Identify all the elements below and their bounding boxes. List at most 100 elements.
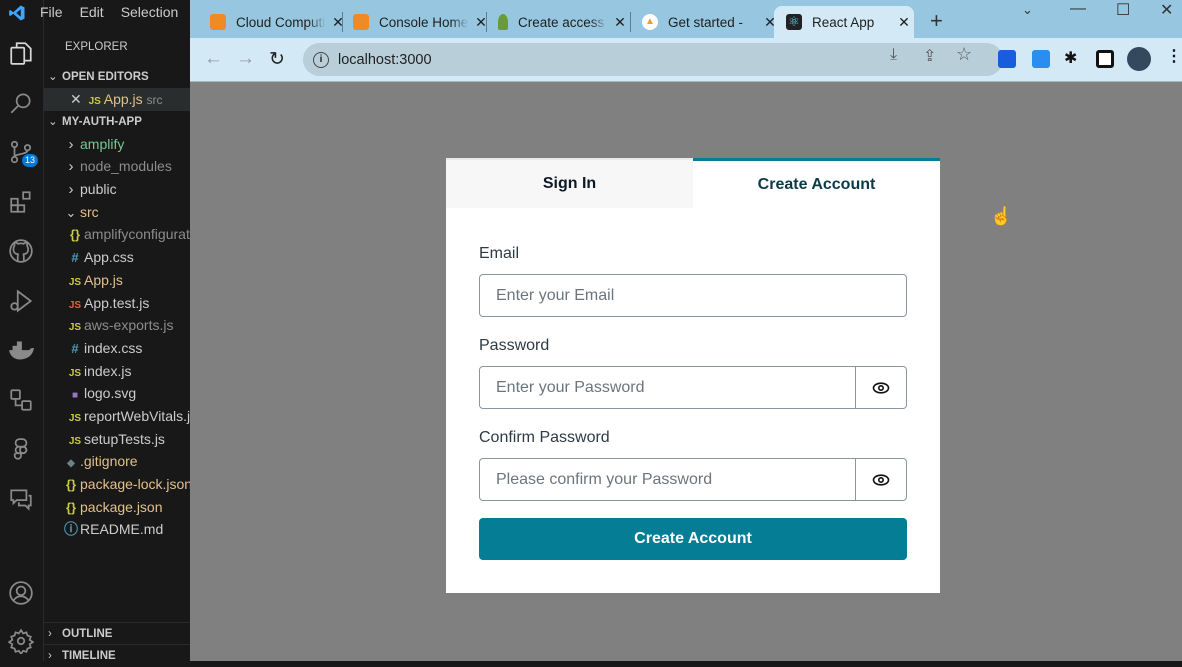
menu-kebab-icon[interactable]: ⋮ <box>1166 46 1182 66</box>
settings-gear-icon[interactable] <box>6 626 36 656</box>
address-bar[interactable]: i localhost:3000 <box>303 43 1003 76</box>
tree-file[interactable]: ◆ .gitignore <box>44 450 190 473</box>
chevron-right-icon: › <box>68 181 74 199</box>
file-tree: › amplify › node_modules › public ⌄ src{} amplif… <box>44 133 190 541</box>
tree-file[interactable]: {} package.json <box>44 496 190 519</box>
js-file-icon: JS <box>68 322 82 334</box>
install-app-icon[interactable]: ⤓ <box>890 46 897 64</box>
account-icon[interactable] <box>6 578 36 608</box>
tree-file[interactable]: JS index.js <box>44 360 190 383</box>
browser-tab[interactable]: Cloud Computing✕ <box>210 6 346 38</box>
extensions-icon[interactable] <box>6 187 36 217</box>
tree-item-label: public <box>80 181 117 198</box>
confirm-password-field[interactable] <box>479 458 857 501</box>
close-window-button[interactable]: ✕ <box>1160 0 1173 20</box>
browser-window: Cloud Computing✕ Console Home✕ Create ac… <box>190 0 1182 661</box>
outline-section[interactable]: › OUTLINE <box>44 622 190 644</box>
comments-icon[interactable] <box>6 484 36 514</box>
tree-file[interactable]: # index.css <box>44 337 190 360</box>
tree-file[interactable]: {} package-lock.json <box>44 473 190 496</box>
project-section[interactable]: ⌄ MY-AUTH-APP <box>44 111 190 133</box>
tree-file[interactable]: JS App.test.js <box>44 292 190 315</box>
css-file-icon: # <box>71 340 79 356</box>
menu-bar: File Edit Selection View <box>40 0 190 24</box>
confirm-password-label: Confirm Password <box>479 429 610 446</box>
browser-tab[interactable]: ▲ Get started - ✕ <box>642 6 778 38</box>
tree-folder[interactable]: ⌄ src <box>44 201 190 224</box>
key-icon <box>498 14 508 30</box>
js-file-icon: JS <box>88 96 101 107</box>
bitwarden-extension-icon[interactable] <box>998 50 1016 68</box>
tree-file[interactable]: ■ logo.svg <box>44 382 190 405</box>
create-account-button[interactable]: Create Account <box>479 518 907 560</box>
aws-cube-icon <box>353 14 369 30</box>
git-file-icon: ◆ <box>67 458 75 470</box>
run-debug-icon[interactable] <box>6 286 36 316</box>
show-password-button[interactable] <box>855 366 907 409</box>
tab-search-icon[interactable]: ⌄ <box>1022 2 1033 18</box>
side-panel-icon[interactable] <box>1096 50 1114 68</box>
timeline-section[interactable]: › TIMELINE <box>44 644 190 666</box>
figma-icon[interactable] <box>6 435 36 465</box>
docker-icon[interactable] <box>6 336 36 366</box>
tree-item-label: App.test.js <box>84 294 150 311</box>
open-editor-item[interactable]: ✕ JS App.js src <box>44 88 190 111</box>
extension-icon[interactable] <box>1032 50 1050 68</box>
js-file-icon: JS <box>68 367 82 379</box>
menu-edit[interactable]: Edit <box>80 4 104 24</box>
password-field[interactable] <box>479 366 857 409</box>
tree-file[interactable]: JS setupTests.js <box>44 428 190 451</box>
tree-folder[interactable]: › public <box>44 178 190 201</box>
maximize-button[interactable]: ☐ <box>1116 0 1130 20</box>
new-tab-button[interactable]: + <box>930 8 943 34</box>
email-field[interactable] <box>479 274 907 317</box>
browser-tab[interactable]: Create access key✕ <box>498 6 628 38</box>
source-control-icon[interactable]: 13 <box>6 137 38 167</box>
tree-file[interactable]: JS aws-exports.js <box>44 314 190 337</box>
browser-tab[interactable]: Console Home ✕ <box>353 6 489 38</box>
tab-sign-in[interactable]: Sign In <box>446 158 693 208</box>
tree-file[interactable]: JS App.js <box>44 269 190 292</box>
tree-file[interactable]: JS reportWebVitals.js <box>44 405 190 428</box>
tree-item-label: package.json <box>80 498 163 515</box>
remote-explorer-icon[interactable] <box>6 385 36 415</box>
js-file-icon: JS <box>68 435 82 447</box>
extensions-puzzle-icon[interactable]: ✱ <box>1064 48 1077 68</box>
tree-file[interactable]: ⓘ README.md <box>44 518 190 541</box>
site-info-icon[interactable]: i <box>313 51 329 68</box>
back-button[interactable]: ← <box>204 48 223 70</box>
share-icon[interactable]: ⇪ <box>923 46 936 66</box>
tree-folder[interactable]: › amplify <box>44 133 190 156</box>
tree-item-label: amplify <box>80 135 125 152</box>
close-tab-icon[interactable]: ✕ <box>896 14 912 31</box>
profile-avatar[interactable] <box>1127 47 1151 71</box>
tab-create-account[interactable]: Create Account <box>693 158 940 208</box>
browser-toolbar: ← → ↻ i localhost:3000 ⤓ ⇪ ☆ ✱ ⋮ <box>190 38 1182 82</box>
tree-file[interactable]: {}amplifyconfiguration.json <box>44 223 190 246</box>
browser-tab-active[interactable]: ⚛ React App ✕ <box>774 6 914 38</box>
search-icon[interactable] <box>6 88 36 118</box>
close-icon[interactable]: ✕ <box>70 91 82 107</box>
reload-button[interactable]: ↻ <box>269 48 285 71</box>
email-label: Email <box>479 245 520 262</box>
github-icon[interactable] <box>6 236 36 266</box>
tree-item-label: App.js <box>84 271 123 288</box>
explorer-icon[interactable] <box>6 38 36 68</box>
menu-file[interactable]: File <box>40 4 63 24</box>
warning-icon: ▲ <box>642 14 658 30</box>
tree-folder[interactable]: › node_modules <box>44 155 190 178</box>
tree-file[interactable]: # App.css <box>44 246 190 269</box>
forward-button[interactable]: → <box>236 48 255 70</box>
tree-item-label: src <box>80 203 99 220</box>
tree-item-label: aws-exports.js <box>84 317 174 334</box>
show-confirm-password-button[interactable] <box>855 458 907 501</box>
menu-selection[interactable]: Selection <box>121 4 179 24</box>
minimize-button[interactable]: — <box>1070 0 1086 18</box>
bookmark-star-icon[interactable]: ☆ <box>956 44 972 65</box>
tree-item-label: reportWebVitals.js <box>84 407 190 424</box>
open-editors-section[interactable]: ⌄ OPEN EDITORS <box>44 66 190 88</box>
aws-cube-icon <box>210 14 226 30</box>
close-tab-icon[interactable]: ✕ <box>330 14 346 31</box>
svg-file-icon: ■ <box>71 390 79 402</box>
close-tab-icon[interactable]: ✕ <box>612 14 628 31</box>
